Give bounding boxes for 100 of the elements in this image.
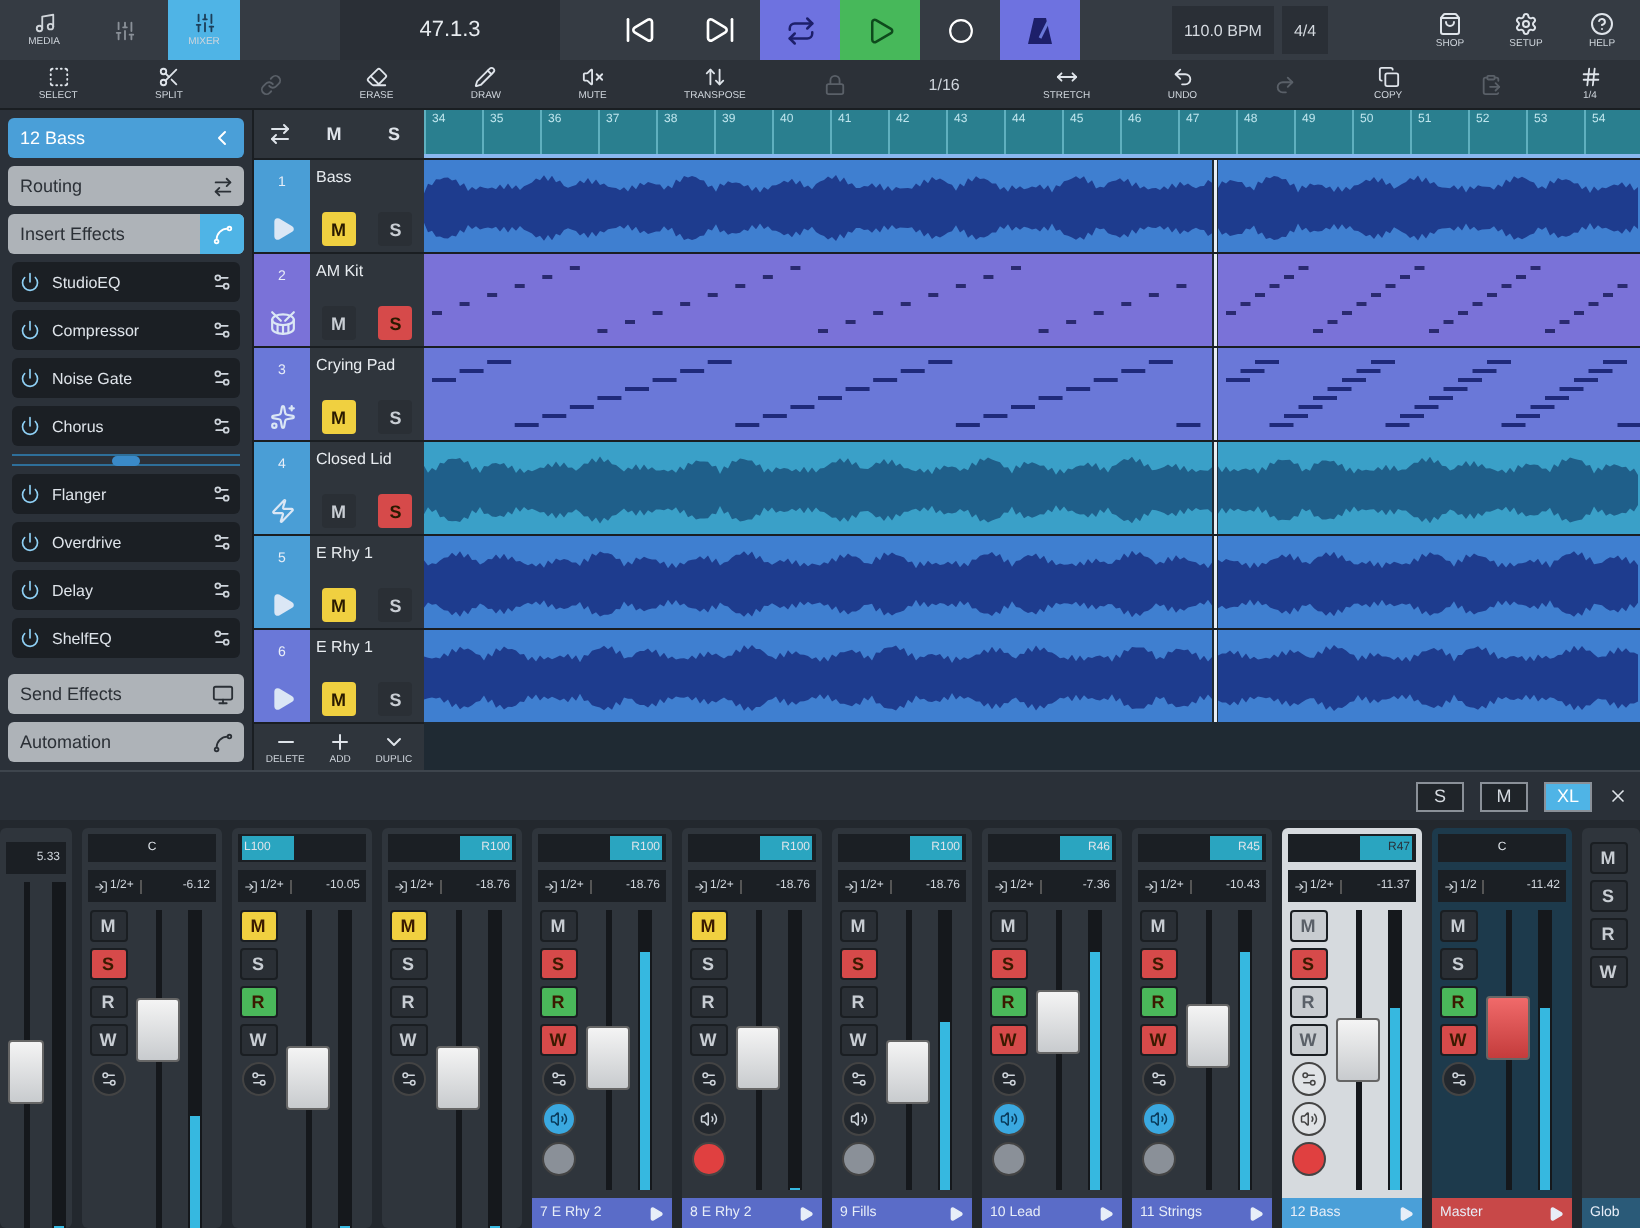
track-s-button[interactable]: S [378, 400, 413, 434]
edit-icon[interactable] [212, 532, 232, 552]
size-toggle[interactable]: S [1416, 781, 1464, 811]
loop-button[interactable] [760, 0, 840, 60]
send-effects-section[interactable]: Send Effects [8, 674, 244, 714]
r-button[interactable]: R [539, 986, 577, 1018]
s-button[interactable]: S [839, 948, 877, 980]
power-icon[interactable] [20, 628, 40, 648]
w-button[interactable]: W [89, 1024, 127, 1056]
track-name[interactable]: AM Kit [310, 254, 424, 298]
w-button[interactable]: W [689, 1024, 727, 1056]
fader-handle[interactable] [1036, 990, 1080, 1054]
fader-handle[interactable] [436, 1046, 480, 1111]
effect-slot[interactable]: Overdrive [12, 522, 240, 562]
m-button[interactable]: M [539, 910, 577, 942]
fader-handle[interactable] [886, 1040, 930, 1105]
track-m-button[interactable]: M [321, 682, 356, 716]
track-name[interactable]: Bass [310, 160, 424, 204]
effect-slot[interactable]: StudioEQ [12, 262, 240, 302]
w-button[interactable]: W [1139, 1024, 1177, 1056]
power-icon[interactable] [20, 368, 40, 388]
s-button[interactable]: S [1139, 948, 1177, 980]
monitor-button[interactable] [691, 1102, 725, 1136]
edit-icon[interactable] [212, 320, 232, 340]
track-s-button[interactable]: S [378, 682, 413, 716]
header-toggle-button[interactable]: M [317, 117, 351, 151]
s-button[interactable]: S [1589, 880, 1627, 912]
effect-slot[interactable]: Compressor [12, 310, 240, 350]
m-button[interactable]: M [1289, 910, 1327, 942]
metronome-button[interactable] [1000, 0, 1080, 60]
record-arm-button[interactable] [991, 1142, 1025, 1176]
w-button[interactable]: W [989, 1024, 1027, 1056]
fader-handle[interactable] [1336, 1018, 1380, 1082]
s-button[interactable]: S [389, 948, 427, 980]
power-icon[interactable] [20, 320, 40, 340]
insert-effects-section[interactable]: Insert Effects [8, 214, 244, 254]
effect-slot[interactable]: ShelfEQ [12, 618, 240, 658]
power-icon[interactable] [20, 484, 40, 504]
track-s-button[interactable]: S [378, 588, 413, 622]
track-m-button[interactable]: M [321, 494, 356, 528]
w-button[interactable]: W [839, 1024, 877, 1056]
r-button[interactable]: R [389, 986, 427, 1018]
m-button[interactable]: M [839, 910, 877, 942]
r-button[interactable]: R [689, 986, 727, 1018]
w-button[interactable]: W [1439, 1024, 1477, 1056]
track-m-button[interactable]: M [321, 212, 356, 246]
routing-section[interactable]: Routing [8, 166, 244, 206]
m-button[interactable]: M [989, 910, 1027, 942]
r-button[interactable]: R [1289, 986, 1327, 1018]
s-button[interactable]: S [1289, 948, 1327, 980]
r-button[interactable]: R [1439, 986, 1477, 1018]
track-name[interactable]: E Rhy 1 [310, 630, 424, 674]
effect-slot[interactable]: Noise Gate [12, 358, 240, 398]
track-s-button[interactable]: S [378, 494, 413, 528]
m-button[interactable]: M [89, 910, 127, 942]
track-m-button[interactable]: M [321, 588, 356, 622]
record-arm-button[interactable] [1291, 1142, 1325, 1176]
fader-handle[interactable] [1486, 995, 1530, 1060]
w-button[interactable]: W [1289, 1024, 1327, 1056]
monitor-button[interactable] [1291, 1102, 1325, 1136]
edit-button[interactable] [1141, 1062, 1175, 1096]
record-arm-button[interactable] [841, 1142, 875, 1176]
track-m-button[interactable]: M [321, 400, 356, 434]
power-icon[interactable] [20, 416, 40, 436]
fader-handle[interactable] [1186, 1004, 1230, 1068]
time-signature-display[interactable]: 4/4 [1281, 6, 1329, 54]
edit-icon[interactable] [212, 628, 232, 648]
automation-section[interactable]: Automation [8, 722, 244, 762]
m-button[interactable]: M [239, 910, 277, 942]
edit-icon[interactable] [212, 580, 232, 600]
track-name[interactable]: Crying Pad [310, 348, 424, 392]
power-icon[interactable] [20, 272, 40, 292]
r-button[interactable]: R [239, 986, 277, 1018]
s-button[interactable]: S [989, 948, 1027, 980]
edit-button[interactable] [1441, 1062, 1475, 1096]
drag-handle[interactable] [12, 454, 240, 466]
quantize-button[interactable]: 1/16 [916, 73, 972, 95]
power-icon[interactable] [20, 532, 40, 552]
record-arm-button[interactable] [1141, 1142, 1175, 1176]
fader-handle[interactable] [8, 1040, 44, 1105]
r-button[interactable]: R [89, 986, 127, 1018]
edit-button[interactable] [841, 1062, 875, 1096]
fader-handle[interactable] [736, 1026, 780, 1091]
play-button[interactable] [840, 0, 920, 60]
edit-button[interactable] [991, 1062, 1025, 1096]
track-s-button[interactable]: S [378, 306, 413, 340]
track-s-button[interactable]: S [378, 212, 413, 246]
edit-button[interactable] [241, 1062, 275, 1096]
m-button[interactable]: M [1439, 910, 1477, 942]
r-button[interactable]: R [989, 986, 1027, 1018]
tempo-display[interactable]: 110.0 BPM [1171, 6, 1274, 54]
monitor-button[interactable] [541, 1102, 575, 1136]
edit-button[interactable] [1291, 1062, 1325, 1096]
edit-button[interactable] [691, 1062, 725, 1096]
edit-button[interactable] [391, 1062, 425, 1096]
edit-icon[interactable] [212, 416, 232, 436]
edit-icon[interactable] [212, 272, 232, 292]
effect-slot[interactable]: Delay [12, 570, 240, 610]
track-name[interactable]: E Rhy 1 [310, 536, 424, 580]
r-button[interactable]: R [1139, 986, 1177, 1018]
